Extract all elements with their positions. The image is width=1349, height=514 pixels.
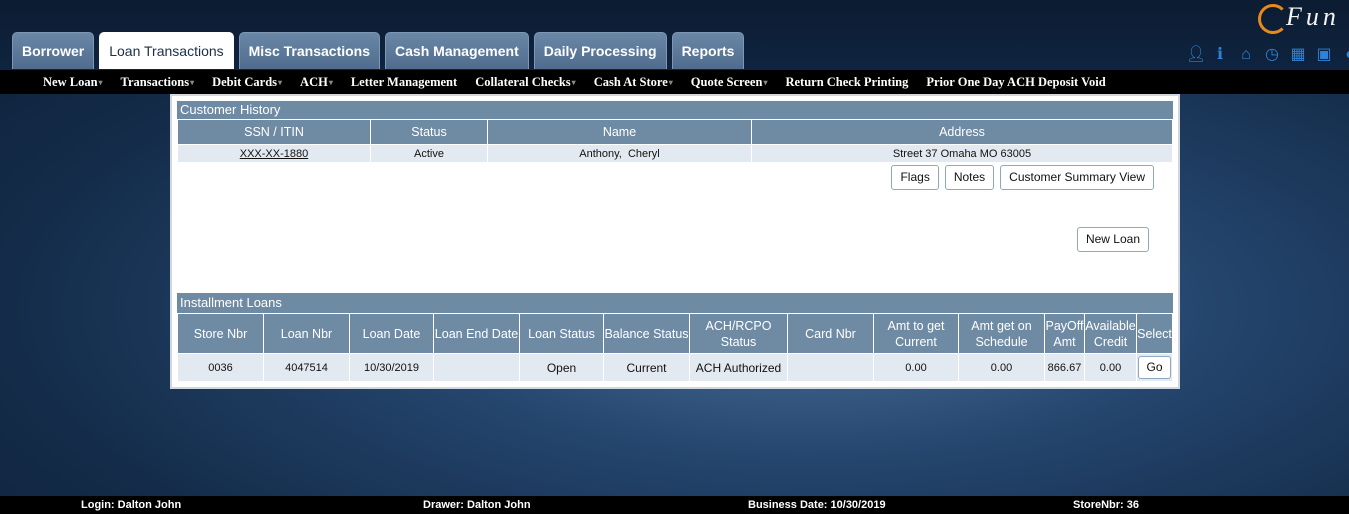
status-cell: Active [370, 144, 488, 163]
main-panel: Customer History SSN / ITIN Status Name … [170, 94, 1180, 389]
column-header: Status [370, 119, 488, 145]
sub-navigation: New Loan▾ Transactions▾ Debit Cards▾ ACH… [0, 70, 1349, 94]
column-header: Balance Status [603, 313, 690, 354]
subnav-quote-screen[interactable]: Quote Screen▾ [691, 75, 768, 90]
loan-date-cell: 10/30/2019 [349, 353, 434, 382]
chevron-down-icon: ▾ [328, 78, 333, 88]
customer-history-title: Customer History [177, 101, 1173, 119]
chevron-down-icon: ▾ [571, 78, 576, 88]
more-icon[interactable]: ◐ [1342, 46, 1349, 64]
flags-button[interactable]: Flags [891, 165, 939, 190]
company-logo: Fun [1256, 0, 1349, 40]
home-icon[interactable]: ⌂ [1238, 46, 1254, 64]
column-header: Loan Date [349, 313, 434, 354]
main-tabs: Borrower Loan Transactions Misc Transact… [12, 32, 745, 69]
loan-nbr-cell: 4047514 [263, 353, 350, 382]
column-header: ACH/RCPO Status [689, 313, 788, 354]
amt-schedule-cell: 0.00 [958, 353, 1045, 382]
column-header: Loan End Date [433, 313, 520, 354]
column-header: Card Nbr [787, 313, 874, 354]
available-credit-cell: 0.00 [1084, 353, 1137, 382]
loan-end-date-cell [433, 353, 520, 382]
address-cell: Street 37 Omaha MO 63005 [751, 144, 1173, 163]
installment-loans-title: Installment Loans [177, 293, 1173, 313]
column-header: Name [487, 119, 752, 145]
tab-misc-transactions[interactable]: Misc Transactions [238, 32, 381, 69]
user-icon[interactable]: 👤︎ [1186, 46, 1206, 64]
business-date: Business Date: 10/30/2019 [748, 499, 886, 511]
payoff-cell: 866.67 [1044, 353, 1085, 382]
subnav-ach[interactable]: ACH▾ [300, 75, 333, 90]
chevron-down-icon: ▾ [278, 78, 283, 88]
column-header: Amt to get Current [873, 313, 959, 354]
amt-current-cell: 0.00 [873, 353, 959, 382]
subnav-letter-management[interactable]: Letter Management [351, 75, 457, 90]
chevron-down-icon: ▾ [763, 78, 768, 88]
subnav-cash-at-store[interactable]: Cash At Store▾ [594, 75, 673, 90]
column-header: Select [1136, 313, 1173, 354]
logo-swoosh-icon [1258, 4, 1288, 34]
table-row: 0036 4047514 10/30/2019 Open Current ACH… [177, 353, 1173, 382]
table-row: XXX-XX-1880 Active Anthony, Cheryl Stree… [177, 144, 1173, 163]
ach-status-cell: ACH Authorized [689, 353, 788, 382]
customer-summary-button[interactable]: Customer Summary View [1000, 165, 1154, 190]
tab-loan-transactions[interactable]: Loan Transactions [99, 32, 234, 69]
status-footer: Login: Dalton John Drawer: Dalton John B… [0, 496, 1349, 514]
login-info: Login: Dalton John [81, 499, 182, 511]
clock-icon[interactable]: ◷ [1264, 46, 1280, 64]
notes-button[interactable]: Notes [944, 165, 995, 190]
select-cell: Go [1136, 353, 1173, 382]
new-loan-row: New Loan [177, 227, 1149, 252]
customer-history-table: SSN / ITIN Status Name Address XXX-XX-18… [177, 119, 1173, 163]
logo-text: Fun [1286, 2, 1340, 31]
store-nbr-cell: 0036 [177, 353, 264, 382]
calculator-icon[interactable]: ▦ [1290, 46, 1306, 64]
new-loan-button[interactable]: New Loan [1076, 227, 1149, 252]
ssn-link[interactable]: XXX-XX-1880 [240, 148, 308, 160]
toolbar-icons: 👤︎ ℹ ⌂ ◷ ▦ ▣ ◐ [1186, 46, 1349, 64]
tab-daily-processing[interactable]: Daily Processing [533, 32, 667, 69]
tab-borrower[interactable]: Borrower [12, 32, 95, 69]
store-number: StoreNbr: 36 [1073, 499, 1140, 511]
customer-actions: Flags Notes Customer Summary View [177, 165, 1154, 190]
column-header: Amt get on Schedule [958, 313, 1045, 354]
column-header: Available Credit [1084, 313, 1137, 354]
column-header: SSN / ITIN [177, 119, 371, 145]
subnav-debit-cards[interactable]: Debit Cards▾ [212, 75, 282, 90]
column-header: Store Nbr [177, 313, 264, 354]
subnav-return-check-printing[interactable]: Return Check Printing [785, 75, 908, 90]
chevron-down-icon: ▾ [98, 78, 103, 88]
tab-cash-management[interactable]: Cash Management [385, 32, 529, 69]
chevron-down-icon: ▾ [668, 78, 673, 88]
top-bar: Fun Borrower Loan Transactions Misc Tran… [0, 0, 1349, 70]
loan-status-cell: Open [519, 353, 604, 382]
subnav-transactions[interactable]: Transactions▾ [121, 75, 195, 90]
installment-loans-table: Store Nbr Loan Nbr Loan Date Loan End Da… [177, 313, 1173, 382]
subnav-new-loan[interactable]: New Loan▾ [43, 75, 103, 90]
column-header: Loan Nbr [263, 313, 350, 354]
tab-reports[interactable]: Reports [671, 32, 745, 69]
subnav-collateral-checks[interactable]: Collateral Checks▾ [475, 75, 576, 90]
go-button[interactable]: Go [1138, 356, 1171, 379]
lock-icon[interactable]: ▣ [1316, 46, 1332, 64]
chevron-down-icon: ▾ [190, 78, 195, 88]
column-header: Address [751, 119, 1173, 145]
info-icon[interactable]: ℹ [1212, 46, 1228, 64]
name-cell: Anthony, Cheryl [487, 144, 752, 163]
column-header: Loan Status [519, 313, 604, 354]
card-nbr-cell [787, 353, 874, 382]
column-header: PayOff Amt [1044, 313, 1085, 354]
drawer-info: Drawer: Dalton John [423, 499, 531, 511]
balance-status-cell: Current [603, 353, 690, 382]
subnav-prior-one-day-ach-void[interactable]: Prior One Day ACH Deposit Void [926, 75, 1105, 90]
